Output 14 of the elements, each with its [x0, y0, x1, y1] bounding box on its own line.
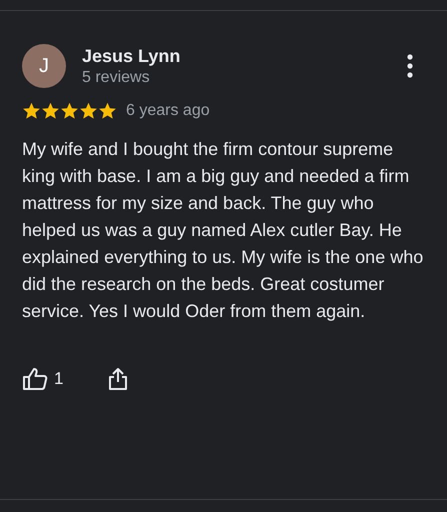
reviewer-name[interactable]: Jesus Lynn [82, 46, 405, 66]
star-icon [60, 102, 79, 120]
star-icon [22, 102, 41, 120]
thumbs-up-icon [22, 367, 48, 391]
review-count: 5 reviews [82, 68, 151, 86]
star-icon [98, 102, 117, 120]
star-icon [41, 102, 60, 120]
star-icon [79, 102, 98, 120]
more-options-icon[interactable] [405, 52, 415, 80]
review-date: 6 years ago [126, 102, 210, 120]
share-icon[interactable] [108, 367, 128, 391]
like-button[interactable]: 1 [22, 367, 64, 391]
review-text: My wife and I bought the firm contour supreme king with base. I am a big guy and needed a firm mattress for my size and back. The guy who helped us was a guy named Alex cutler Bay. He explained everything to us. My wife is the one who did the research on the beds. Great costumer service. Yes I would Oder from them again. [22, 138, 424, 323]
avatar[interactable]: J [22, 44, 66, 88]
